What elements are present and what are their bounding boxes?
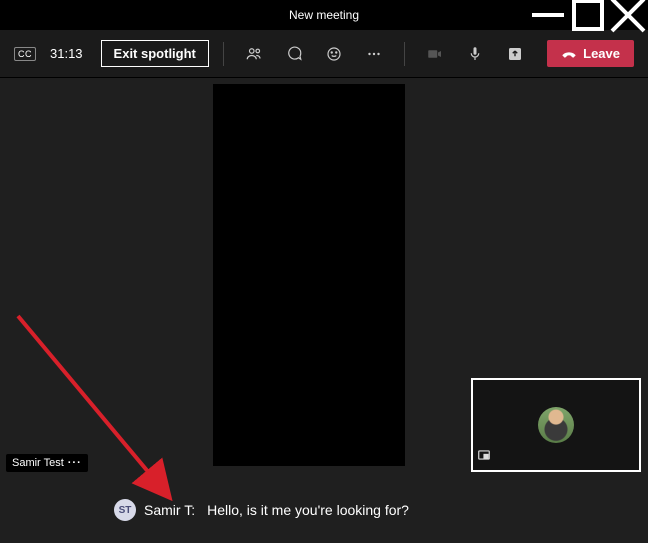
people-icon[interactable] <box>238 38 270 70</box>
self-avatar <box>538 407 574 443</box>
annotation-arrow <box>10 308 200 518</box>
participant-more-icon[interactable]: ··· <box>68 457 82 469</box>
leave-label: Leave <box>583 46 620 61</box>
participant-name-pill[interactable]: Samir Test ··· <box>6 454 88 472</box>
chat-icon[interactable] <box>278 38 310 70</box>
window-controls <box>528 0 648 30</box>
camera-icon[interactable] <box>419 38 451 70</box>
toolbar-divider-2 <box>404 42 405 66</box>
reactions-icon[interactable] <box>318 38 350 70</box>
hangup-icon <box>561 47 577 61</box>
microphone-icon[interactable] <box>459 38 491 70</box>
caption-avatar: ST <box>114 499 136 521</box>
spotlight-video[interactable] <box>213 84 405 466</box>
live-caption: ST Samir T: Hello, is it me you're looki… <box>0 499 648 521</box>
caption-speaker: Samir T: <box>144 502 195 518</box>
meeting-toolbar: CC 31:13 Exit spotlight Leave <box>0 30 648 78</box>
captions-indicator[interactable]: CC <box>14 47 36 61</box>
minimize-button[interactable] <box>528 0 568 30</box>
meeting-stage: Samir Test ··· ST Samir T: Hello, is it … <box>0 78 648 543</box>
title-bar: New meeting <box>0 0 648 30</box>
toolbar-divider <box>223 42 224 66</box>
self-view-tile[interactable] <box>471 378 641 472</box>
participant-name: Samir Test <box>12 457 64 469</box>
leave-button[interactable]: Leave <box>547 40 634 67</box>
close-button[interactable] <box>608 0 648 30</box>
caption-text: Hello, is it me you're looking for? <box>207 502 409 518</box>
maximize-button[interactable] <box>568 0 608 30</box>
exit-spotlight-button[interactable]: Exit spotlight <box>101 40 209 67</box>
more-actions-icon[interactable] <box>358 38 390 70</box>
pip-toggle-icon[interactable] <box>477 448 491 467</box>
meeting-timer: 31:13 <box>50 46 83 61</box>
share-icon[interactable] <box>499 38 531 70</box>
